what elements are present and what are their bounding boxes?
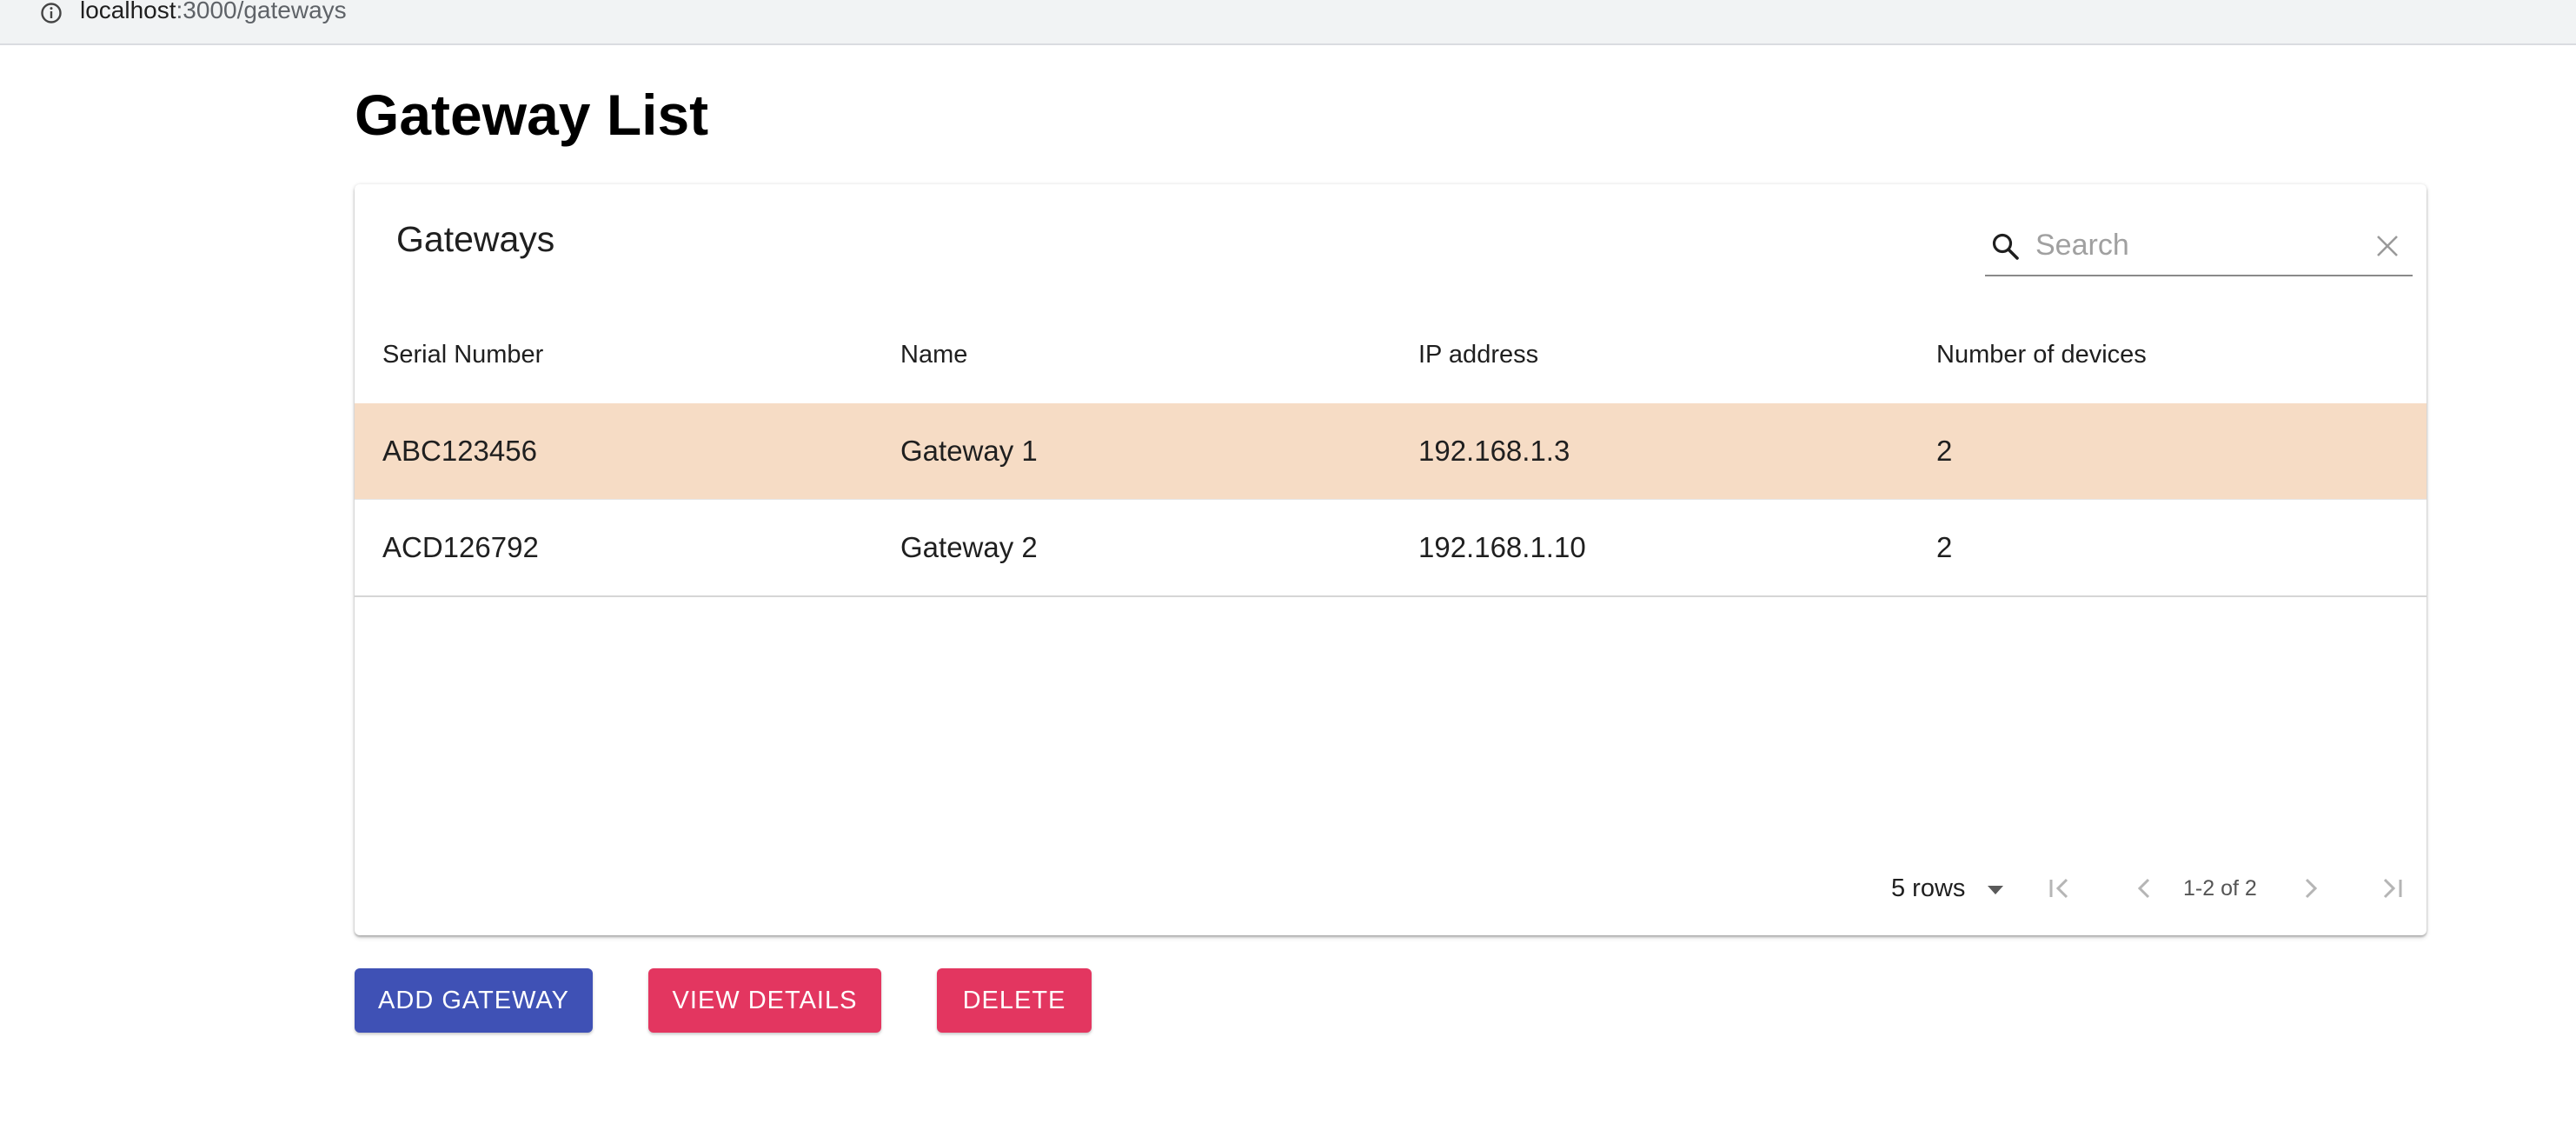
gateways-table: Serial Number Name IP address Number of … [355, 306, 2427, 597]
table-row[interactable]: ABC123456 Gateway 1 192.168.1.3 2 [355, 403, 2427, 500]
url-host: localhost [80, 0, 176, 23]
info-icon[interactable] [40, 2, 63, 24]
ip-address-cell: 192.168.1.10 [1418, 531, 1586, 563]
ip-address-cell: 192.168.1.3 [1418, 435, 1570, 467]
search-field[interactable] [1985, 217, 2413, 276]
table-row[interactable]: ACD126792 Gateway 2 192.168.1.10 2 [355, 500, 2427, 597]
gateways-card: Gateways Serial Number Name IP address N… [355, 184, 2427, 935]
card-title: Gateways [396, 219, 555, 259]
browser-address-bar: localhost:3000/gateways [0, 0, 2576, 45]
next-page-icon[interactable] [2294, 873, 2326, 904]
page-title: Gateway List [355, 83, 709, 147]
last-page-icon[interactable] [2376, 873, 2407, 904]
rows-per-page-value: 5 rows [1891, 874, 1966, 902]
column-header-number-of-devices[interactable]: Number of devices [1936, 306, 2147, 403]
column-header-ip-address[interactable]: IP address [1418, 306, 1538, 403]
devices-count-cell: 2 [1936, 435, 1953, 467]
serial-number-cell: ABC123456 [382, 435, 537, 467]
column-header-serial-number[interactable]: Serial Number [382, 306, 543, 403]
rows-per-page-select[interactable]: 5 rows [1891, 862, 1965, 914]
pagination-bar: 5 rows 1-2 of 2 [355, 862, 2427, 914]
previous-page-icon[interactable] [2129, 873, 2161, 904]
chevron-down-icon[interactable] [1985, 880, 2006, 901]
table-header-row: Serial Number Name IP address Number of … [355, 306, 2427, 403]
serial-number-cell: ACD126792 [382, 531, 539, 563]
name-cell: Gateway 1 [900, 435, 1038, 467]
search-input[interactable] [2034, 223, 2350, 268]
devices-count-cell: 2 [1936, 531, 1953, 563]
url-text[interactable]: localhost:3000/gateways [80, 0, 347, 26]
name-cell: Gateway 2 [900, 531, 1038, 563]
view-details-button[interactable]: VIEW DETAILS [648, 968, 881, 1033]
url-field[interactable] [19, 0, 2576, 28]
first-page-icon[interactable] [2044, 873, 2075, 904]
add-gateway-button[interactable]: ADD GATEWAY [355, 968, 593, 1033]
delete-button[interactable]: DELETE [937, 968, 1092, 1033]
pagination-info: 1-2 of 2 [2183, 875, 2257, 901]
url-path: :3000/gateways [176, 0, 347, 23]
search-icon [1992, 233, 2019, 260]
clear-search-icon[interactable] [2374, 233, 2400, 259]
column-header-name[interactable]: Name [900, 306, 967, 403]
